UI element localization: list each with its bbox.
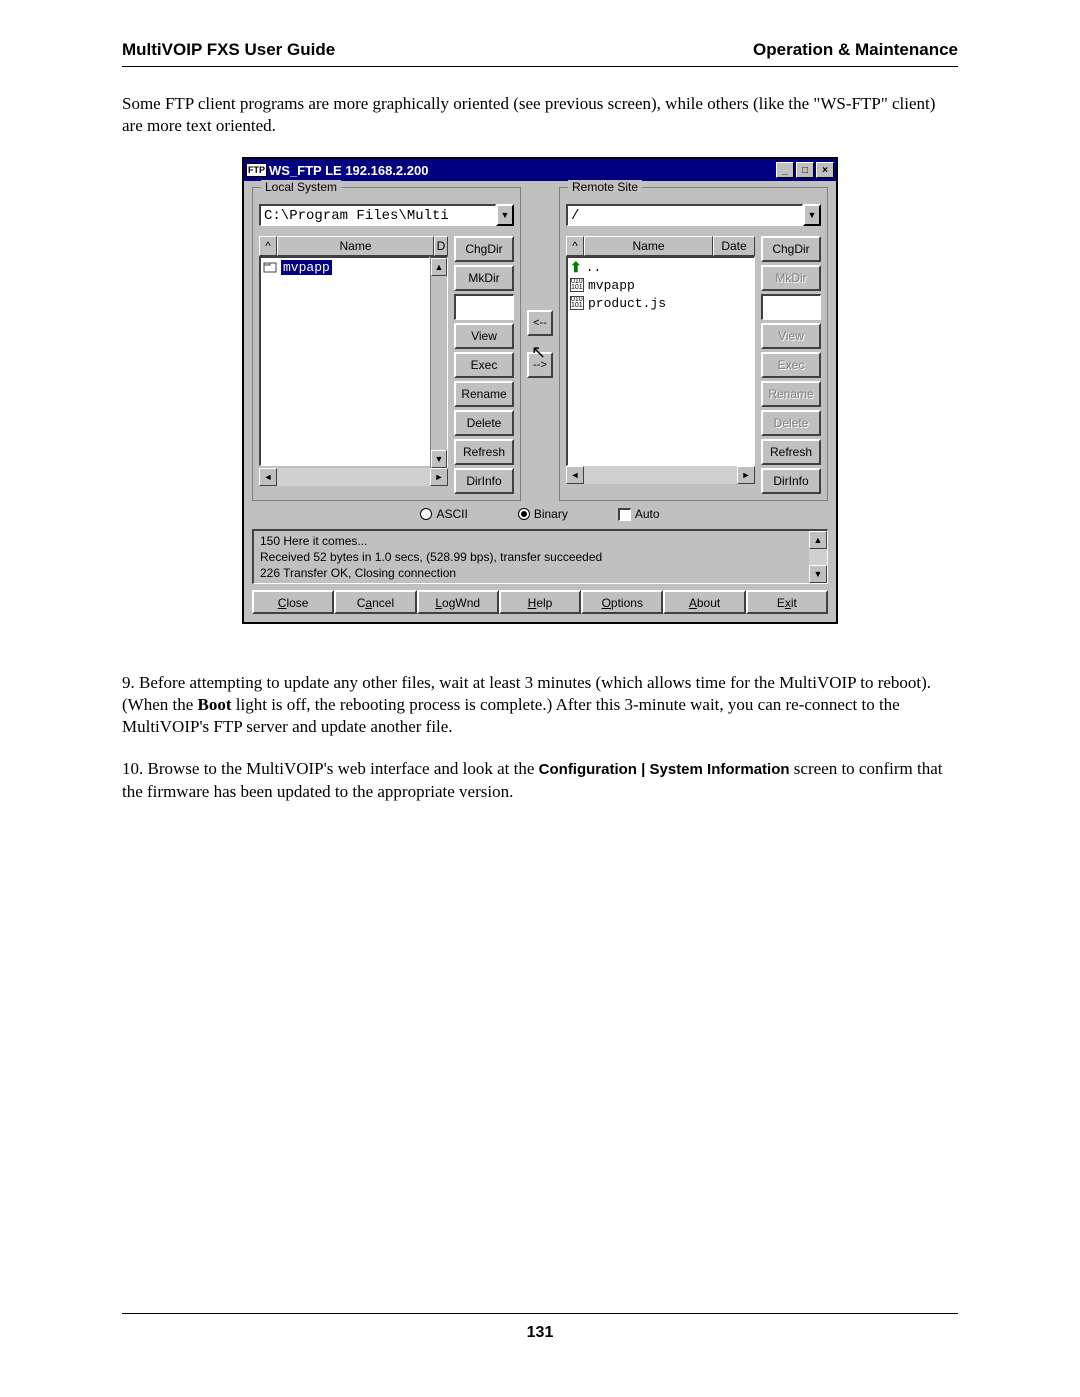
list-item[interactable]: mvpapp [261,258,429,276]
scroll-left-icon[interactable]: ◄ [259,468,277,486]
remote-mkdir-button[interactable]: MkDir [761,265,821,291]
about-button[interactable]: About [663,590,745,614]
remote-file-list[interactable]: ⬆ .. 010101 mvpapp 010101 [566,256,755,466]
radio-icon [518,508,530,520]
help-button[interactable]: Help [499,590,581,614]
scroll-right-icon[interactable]: ► [737,466,755,484]
local-mask-input[interactable] [454,294,514,320]
log-scrollbar[interactable]: ▲ ▼ [809,531,827,583]
remote-refresh-button[interactable]: Refresh [761,439,821,465]
remote-chgdir-button[interactable]: ChgDir [761,236,821,262]
file-name: mvpapp [281,260,332,275]
remote-mask-input[interactable] [761,294,821,320]
local-vscroll[interactable]: ▲ ▼ [430,256,448,468]
transfer-left-button[interactable]: <-- [527,310,553,336]
log-line: Received 52 bytes in 1.0 secs, (528.99 b… [260,549,803,565]
remote-date-col[interactable]: Date [713,236,755,256]
remote-site-panel: Remote Site / ▼ ^ Name Date [559,187,828,501]
ascii-radio[interactable]: ASCII [420,507,467,521]
logwnd-button[interactable]: LogWnd [417,590,499,614]
titlebar[interactable]: FTP WS_FTP LE 192.168.2.200 _ □ × [244,159,836,181]
transfer-mode-row: ASCII Binary Auto [252,501,828,529]
local-date-col-trunc[interactable]: D [434,236,448,256]
remote-dirinfo-button[interactable]: DirInfo [761,468,821,494]
local-view-button[interactable]: View [454,323,514,349]
list-item[interactable]: 010101 product.js [568,294,754,312]
intro-paragraph: Some FTP client programs are more graphi… [122,93,958,137]
remote-path-input[interactable]: / [566,204,803,226]
remote-hscroll[interactable]: ◄ ► [566,466,755,484]
scroll-down-icon[interactable]: ▼ [809,565,827,583]
remote-delete-button[interactable]: Delete [761,410,821,436]
local-path-dropdown[interactable]: ▼ [496,204,514,226]
window-title: WS_FTP LE 192.168.2.200 [269,163,776,178]
local-chgdir-button[interactable]: ChgDir [454,236,514,262]
auto-checkbox[interactable]: Auto [618,507,660,521]
remote-path-dropdown[interactable]: ▼ [803,204,821,226]
header-rule [122,66,958,67]
log-area: 150 Here it comes... Received 52 bytes i… [252,529,828,584]
log-line: 226 Transfer OK, Closing connection [260,565,803,581]
binary-label: Binary [534,507,568,521]
local-file-list[interactable]: mvpapp [259,256,430,466]
bottom-button-row: Close Cancel LogWnd Help Options About E… [252,590,828,614]
binary-radio[interactable]: Binary [518,507,568,521]
local-refresh-button[interactable]: Refresh [454,439,514,465]
minimize-button[interactable]: _ [776,162,794,178]
list-item[interactable]: 010101 mvpapp [568,276,754,294]
file-name: .. [586,260,602,275]
remote-site-label: Remote Site [568,180,642,194]
remote-exec-button[interactable]: Exec [761,352,821,378]
close-button[interactable]: Close [252,590,334,614]
file-name: mvpapp [588,278,635,293]
local-rename-button[interactable]: Rename [454,381,514,407]
header-right: Operation & Maintenance [753,40,958,60]
local-mkdir-button[interactable]: MkDir [454,265,514,291]
local-name-col[interactable]: Name [277,236,434,256]
folder-icon [263,260,277,274]
remote-view-button[interactable]: View [761,323,821,349]
ws-ftp-window: FTP WS_FTP LE 192.168.2.200 _ □ × Local … [242,157,838,624]
remote-rename-button[interactable]: Rename [761,381,821,407]
scroll-left-icon[interactable]: ◄ [566,466,584,484]
local-system-panel: Local System C:\Program Files\Multi ▼ ^ … [252,187,521,501]
paragraph-9: 9. Before attempting to update any other… [122,672,958,738]
scroll-right-icon[interactable]: ► [430,468,448,486]
remote-sort-col[interactable]: ^ [566,236,584,256]
close-button[interactable]: × [816,162,834,178]
up-arrow-icon: ⬆ [570,259,582,276]
scroll-up-icon[interactable]: ▲ [431,258,447,276]
auto-label: Auto [635,507,660,521]
transfer-right-button[interactable]: --> [527,352,553,378]
cancel-button[interactable]: Cancel [334,590,416,614]
footer-rule [122,1313,958,1314]
remote-name-col[interactable]: Name [584,236,713,256]
file-name: product.js [588,296,666,311]
local-hscroll[interactable]: ◄ ► [259,468,448,486]
scroll-up-icon[interactable]: ▲ [809,531,827,549]
page-number: 131 [60,1324,1020,1342]
local-exec-button[interactable]: Exec [454,352,514,378]
local-system-label: Local System [261,180,341,194]
local-dirinfo-button[interactable]: DirInfo [454,468,514,494]
local-path-input[interactable]: C:\Program Files\Multi [259,204,496,226]
transfer-buttons: <-- --> ↖ [525,187,555,501]
local-sort-col[interactable]: ^ [259,236,277,256]
radio-icon [420,508,432,520]
ascii-label: ASCII [436,507,467,521]
local-delete-button[interactable]: Delete [454,410,514,436]
list-item[interactable]: ⬆ .. [568,258,754,276]
binary-file-icon: 010101 [570,296,584,310]
paragraph-10: 10. Browse to the MultiVOIP's web interf… [122,758,958,802]
ftp-icon: FTP [246,163,267,177]
exit-button[interactable]: Exit [746,590,828,614]
log-line: 150 Here it comes... [260,533,803,549]
options-button[interactable]: Options [581,590,663,614]
scroll-down-icon[interactable]: ▼ [431,450,447,468]
binary-file-icon: 010101 [570,278,584,292]
maximize-button[interactable]: □ [796,162,814,178]
checkbox-icon [618,508,631,521]
header-left: MultiVOIP FXS User Guide [122,40,335,60]
